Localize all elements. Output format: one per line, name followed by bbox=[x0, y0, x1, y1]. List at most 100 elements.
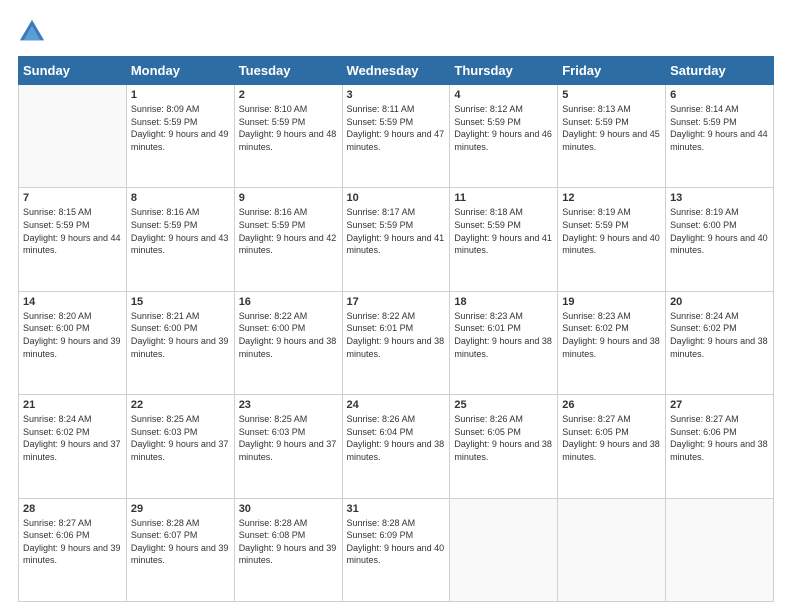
table-row: 24 Sunrise: 8:26 AMSunset: 6:04 PMDayligh… bbox=[342, 395, 450, 498]
calendar-day-header: Sunday bbox=[19, 57, 127, 85]
table-row: 13 Sunrise: 8:19 AMSunset: 6:00 PMDayligh… bbox=[666, 188, 774, 291]
day-info: Sunrise: 8:28 AMSunset: 6:07 PMDaylight:… bbox=[131, 517, 230, 567]
day-number: 8 bbox=[131, 192, 230, 204]
day-number: 18 bbox=[454, 296, 553, 308]
table-row bbox=[666, 498, 774, 601]
day-info: Sunrise: 8:23 AMSunset: 6:02 PMDaylight:… bbox=[562, 310, 661, 360]
table-row: 11Sunrise: 8:18 AMSunset: 5:59 PMDayligh… bbox=[450, 188, 558, 291]
day-number: 3 bbox=[347, 89, 446, 101]
day-number: 15 bbox=[131, 296, 230, 308]
day-number: 14 bbox=[23, 296, 122, 308]
day-number: 16 bbox=[239, 296, 338, 308]
day-info: Sunrise: 8:25 AMSunset: 6:03 PMDaylight:… bbox=[239, 413, 338, 463]
calendar-day-header: Wednesday bbox=[342, 57, 450, 85]
calendar-week-row: 28 Sunrise: 8:27 AMSunset: 6:06 PMDayligh… bbox=[19, 498, 774, 601]
table-row: 14 Sunrise: 8:20 AMSunset: 6:00 PMDayligh… bbox=[19, 291, 127, 394]
day-number: 29 bbox=[131, 503, 230, 515]
table-row: 2 Sunrise: 8:10 AMSunset: 5:59 PMDaylight… bbox=[234, 85, 342, 188]
table-row: 19 Sunrise: 8:23 AMSunset: 6:02 PMDayligh… bbox=[558, 291, 666, 394]
table-row bbox=[558, 498, 666, 601]
day-number: 1 bbox=[131, 89, 230, 101]
calendar-day-header: Saturday bbox=[666, 57, 774, 85]
day-number: 19 bbox=[562, 296, 661, 308]
table-row: 26Sunrise: 8:27 AMSunset: 6:05 PMDayligh… bbox=[558, 395, 666, 498]
day-info: Sunrise: 8:18 AMSunset: 5:59 PMDaylight:… bbox=[454, 206, 553, 256]
table-row: 21Sunrise: 8:24 AMSunset: 6:02 PMDayligh… bbox=[19, 395, 127, 498]
day-info: Sunrise: 8:26 AMSunset: 6:05 PMDaylight:… bbox=[454, 413, 553, 463]
day-number: 9 bbox=[239, 192, 338, 204]
table-row: 27Sunrise: 8:27 AMSunset: 6:06 PMDayligh… bbox=[666, 395, 774, 498]
day-number: 17 bbox=[347, 296, 446, 308]
day-info: Sunrise: 8:25 AMSunset: 6:03 PMDaylight:… bbox=[131, 413, 230, 463]
table-row: 23 Sunrise: 8:25 AMSunset: 6:03 PMDayligh… bbox=[234, 395, 342, 498]
day-info: Sunrise: 8:26 AMSunset: 6:04 PMDaylight:… bbox=[347, 413, 446, 463]
day-info: Sunrise: 8:22 AMSunset: 6:01 PMDaylight:… bbox=[347, 310, 446, 360]
day-info: Sunrise: 8:28 AMSunset: 6:08 PMDaylight:… bbox=[239, 517, 338, 567]
day-info: Sunrise: 8:22 AMSunset: 6:00 PMDaylight:… bbox=[239, 310, 338, 360]
calendar-day-header: Tuesday bbox=[234, 57, 342, 85]
table-row: 28 Sunrise: 8:27 AMSunset: 6:06 PMDayligh… bbox=[19, 498, 127, 601]
calendar-day-header: Thursday bbox=[450, 57, 558, 85]
table-row: 15 Sunrise: 8:21 AMSunset: 6:00 PMDayligh… bbox=[126, 291, 234, 394]
logo bbox=[18, 18, 48, 46]
table-row: 30 Sunrise: 8:28 AMSunset: 6:08 PMDayligh… bbox=[234, 498, 342, 601]
calendar-table: SundayMondayTuesdayWednesdayThursdayFrid… bbox=[18, 56, 774, 602]
table-row bbox=[19, 85, 127, 188]
day-number: 6 bbox=[670, 89, 769, 101]
calendar-week-row: 1Sunrise: 8:09 AMSunset: 5:59 PMDaylight… bbox=[19, 85, 774, 188]
calendar-week-row: 21Sunrise: 8:24 AMSunset: 6:02 PMDayligh… bbox=[19, 395, 774, 498]
day-number: 23 bbox=[239, 399, 338, 411]
day-info: Sunrise: 8:20 AMSunset: 6:00 PMDaylight:… bbox=[23, 310, 122, 360]
table-row: 7Sunrise: 8:15 AMSunset: 5:59 PMDaylight… bbox=[19, 188, 127, 291]
day-info: Sunrise: 8:27 AMSunset: 6:06 PMDaylight:… bbox=[23, 517, 122, 567]
day-info: Sunrise: 8:19 AMSunset: 5:59 PMDaylight:… bbox=[562, 206, 661, 256]
day-number: 28 bbox=[23, 503, 122, 515]
day-info: Sunrise: 8:24 AMSunset: 6:02 PMDaylight:… bbox=[670, 310, 769, 360]
day-info: Sunrise: 8:10 AMSunset: 5:59 PMDaylight:… bbox=[239, 103, 338, 153]
day-info: Sunrise: 8:14 AMSunset: 5:59 PMDaylight:… bbox=[670, 103, 769, 153]
day-number: 12 bbox=[562, 192, 661, 204]
day-number: 20 bbox=[670, 296, 769, 308]
day-number: 7 bbox=[23, 192, 122, 204]
table-row: 12 Sunrise: 8:19 AMSunset: 5:59 PMDayligh… bbox=[558, 188, 666, 291]
calendar-day-header: Monday bbox=[126, 57, 234, 85]
calendar-week-row: 14 Sunrise: 8:20 AMSunset: 6:00 PMDayligh… bbox=[19, 291, 774, 394]
calendar-header-row: SundayMondayTuesdayWednesdayThursdayFrid… bbox=[19, 57, 774, 85]
day-info: Sunrise: 8:17 AMSunset: 5:59 PMDaylight:… bbox=[347, 206, 446, 256]
day-info: Sunrise: 8:23 AMSunset: 6:01 PMDaylight:… bbox=[454, 310, 553, 360]
day-number: 22 bbox=[131, 399, 230, 411]
logo-icon bbox=[18, 18, 46, 46]
day-info: Sunrise: 8:28 AMSunset: 6:09 PMDaylight:… bbox=[347, 517, 446, 567]
day-info: Sunrise: 8:19 AMSunset: 6:00 PMDaylight:… bbox=[670, 206, 769, 256]
day-number: 31 bbox=[347, 503, 446, 515]
day-number: 26 bbox=[562, 399, 661, 411]
day-info: Sunrise: 8:12 AMSunset: 5:59 PMDaylight:… bbox=[454, 103, 553, 153]
day-number: 30 bbox=[239, 503, 338, 515]
table-row bbox=[450, 498, 558, 601]
table-row: 20 Sunrise: 8:24 AMSunset: 6:02 PMDayligh… bbox=[666, 291, 774, 394]
calendar-day-header: Friday bbox=[558, 57, 666, 85]
day-number: 2 bbox=[239, 89, 338, 101]
header bbox=[18, 18, 774, 46]
table-row: 18 Sunrise: 8:23 AMSunset: 6:01 PMDayligh… bbox=[450, 291, 558, 394]
day-number: 21 bbox=[23, 399, 122, 411]
calendar-week-row: 7Sunrise: 8:15 AMSunset: 5:59 PMDaylight… bbox=[19, 188, 774, 291]
table-row: 1Sunrise: 8:09 AMSunset: 5:59 PMDaylight… bbox=[126, 85, 234, 188]
table-row: 6 Sunrise: 8:14 AMSunset: 5:59 PMDaylight… bbox=[666, 85, 774, 188]
day-info: Sunrise: 8:13 AMSunset: 5:59 PMDaylight:… bbox=[562, 103, 661, 153]
day-number: 24 bbox=[347, 399, 446, 411]
table-row: 25Sunrise: 8:26 AMSunset: 6:05 PMDayligh… bbox=[450, 395, 558, 498]
day-info: Sunrise: 8:27 AMSunset: 6:06 PMDaylight:… bbox=[670, 413, 769, 463]
day-number: 13 bbox=[670, 192, 769, 204]
table-row: 10Sunrise: 8:17 AMSunset: 5:59 PMDayligh… bbox=[342, 188, 450, 291]
table-row: 4 Sunrise: 8:12 AMSunset: 5:59 PMDaylight… bbox=[450, 85, 558, 188]
table-row: 8 Sunrise: 8:16 AMSunset: 5:59 PMDaylight… bbox=[126, 188, 234, 291]
table-row: 22 Sunrise: 8:25 AMSunset: 6:03 PMDayligh… bbox=[126, 395, 234, 498]
table-row: 5Sunrise: 8:13 AMSunset: 5:59 PMDaylight… bbox=[558, 85, 666, 188]
table-row: 3Sunrise: 8:11 AMSunset: 5:59 PMDaylight… bbox=[342, 85, 450, 188]
day-info: Sunrise: 8:21 AMSunset: 6:00 PMDaylight:… bbox=[131, 310, 230, 360]
day-number: 4 bbox=[454, 89, 553, 101]
day-info: Sunrise: 8:16 AMSunset: 5:59 PMDaylight:… bbox=[239, 206, 338, 256]
day-info: Sunrise: 8:16 AMSunset: 5:59 PMDaylight:… bbox=[131, 206, 230, 256]
page: SundayMondayTuesdayWednesdayThursdayFrid… bbox=[0, 0, 792, 612]
